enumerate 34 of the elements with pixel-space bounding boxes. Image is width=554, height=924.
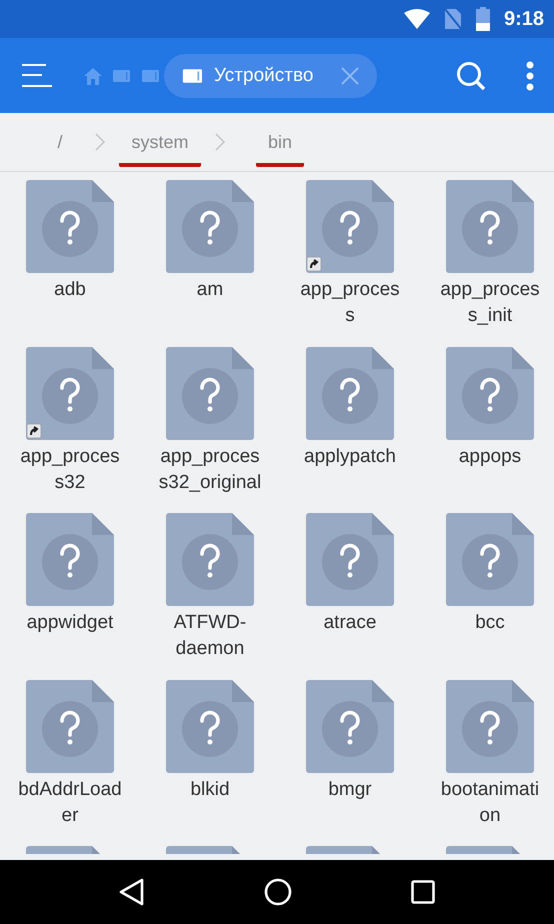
file-name: bootanimation <box>440 778 540 828</box>
file-name: appwidget <box>26 611 114 635</box>
clock: 9:18 <box>504 8 544 30</box>
file-item[interactable]: am <box>140 180 280 346</box>
file-item[interactable]: atrace <box>280 513 420 680</box>
file-item[interactable]: bdAddrLoader <box>0 680 140 846</box>
file-name: bmgr <box>327 778 373 802</box>
file-name: ATFWD-daemon <box>172 611 248 661</box>
file-name: applypatch <box>303 444 397 468</box>
file-name: adb <box>53 278 87 302</box>
file-item[interactable]: applypatch <box>280 346 420 513</box>
file-name: atrace <box>322 611 378 635</box>
file-item[interactable]: bcc <box>420 513 554 680</box>
file-name: am <box>196 278 224 302</box>
file-item[interactable]: app_process <box>280 180 420 346</box>
file-item[interactable]: app_process_init <box>420 180 554 346</box>
file-item[interactable]: app_process32_original <box>140 346 280 513</box>
file-item[interactable]: blkid <box>140 680 280 846</box>
file-item[interactable]: bmgr <box>280 680 420 846</box>
file-name: app_process <box>299 278 401 328</box>
file-item[interactable]: ATFWD-daemon <box>140 513 280 680</box>
file-item[interactable]: adb <box>0 180 140 346</box>
file-name: app_process32 <box>19 444 121 494</box>
file-item[interactable]: app_process32 <box>0 346 140 513</box>
location-chip[interactable]: Устройство <box>164 54 378 98</box>
file-item[interactable]: appops <box>420 346 554 513</box>
file-name: bdAddrLoader <box>18 778 122 828</box>
file-name: blkid <box>189 778 231 802</box>
file-name: app_process_init <box>439 278 541 328</box>
file-item[interactable]: appwidget <box>0 513 140 680</box>
file-name: bcc <box>474 611 506 635</box>
file-name: app_process32_original <box>158 444 262 494</box>
file-name: appops <box>458 444 522 468</box>
file-item[interactable]: bootanimation <box>420 680 554 846</box>
